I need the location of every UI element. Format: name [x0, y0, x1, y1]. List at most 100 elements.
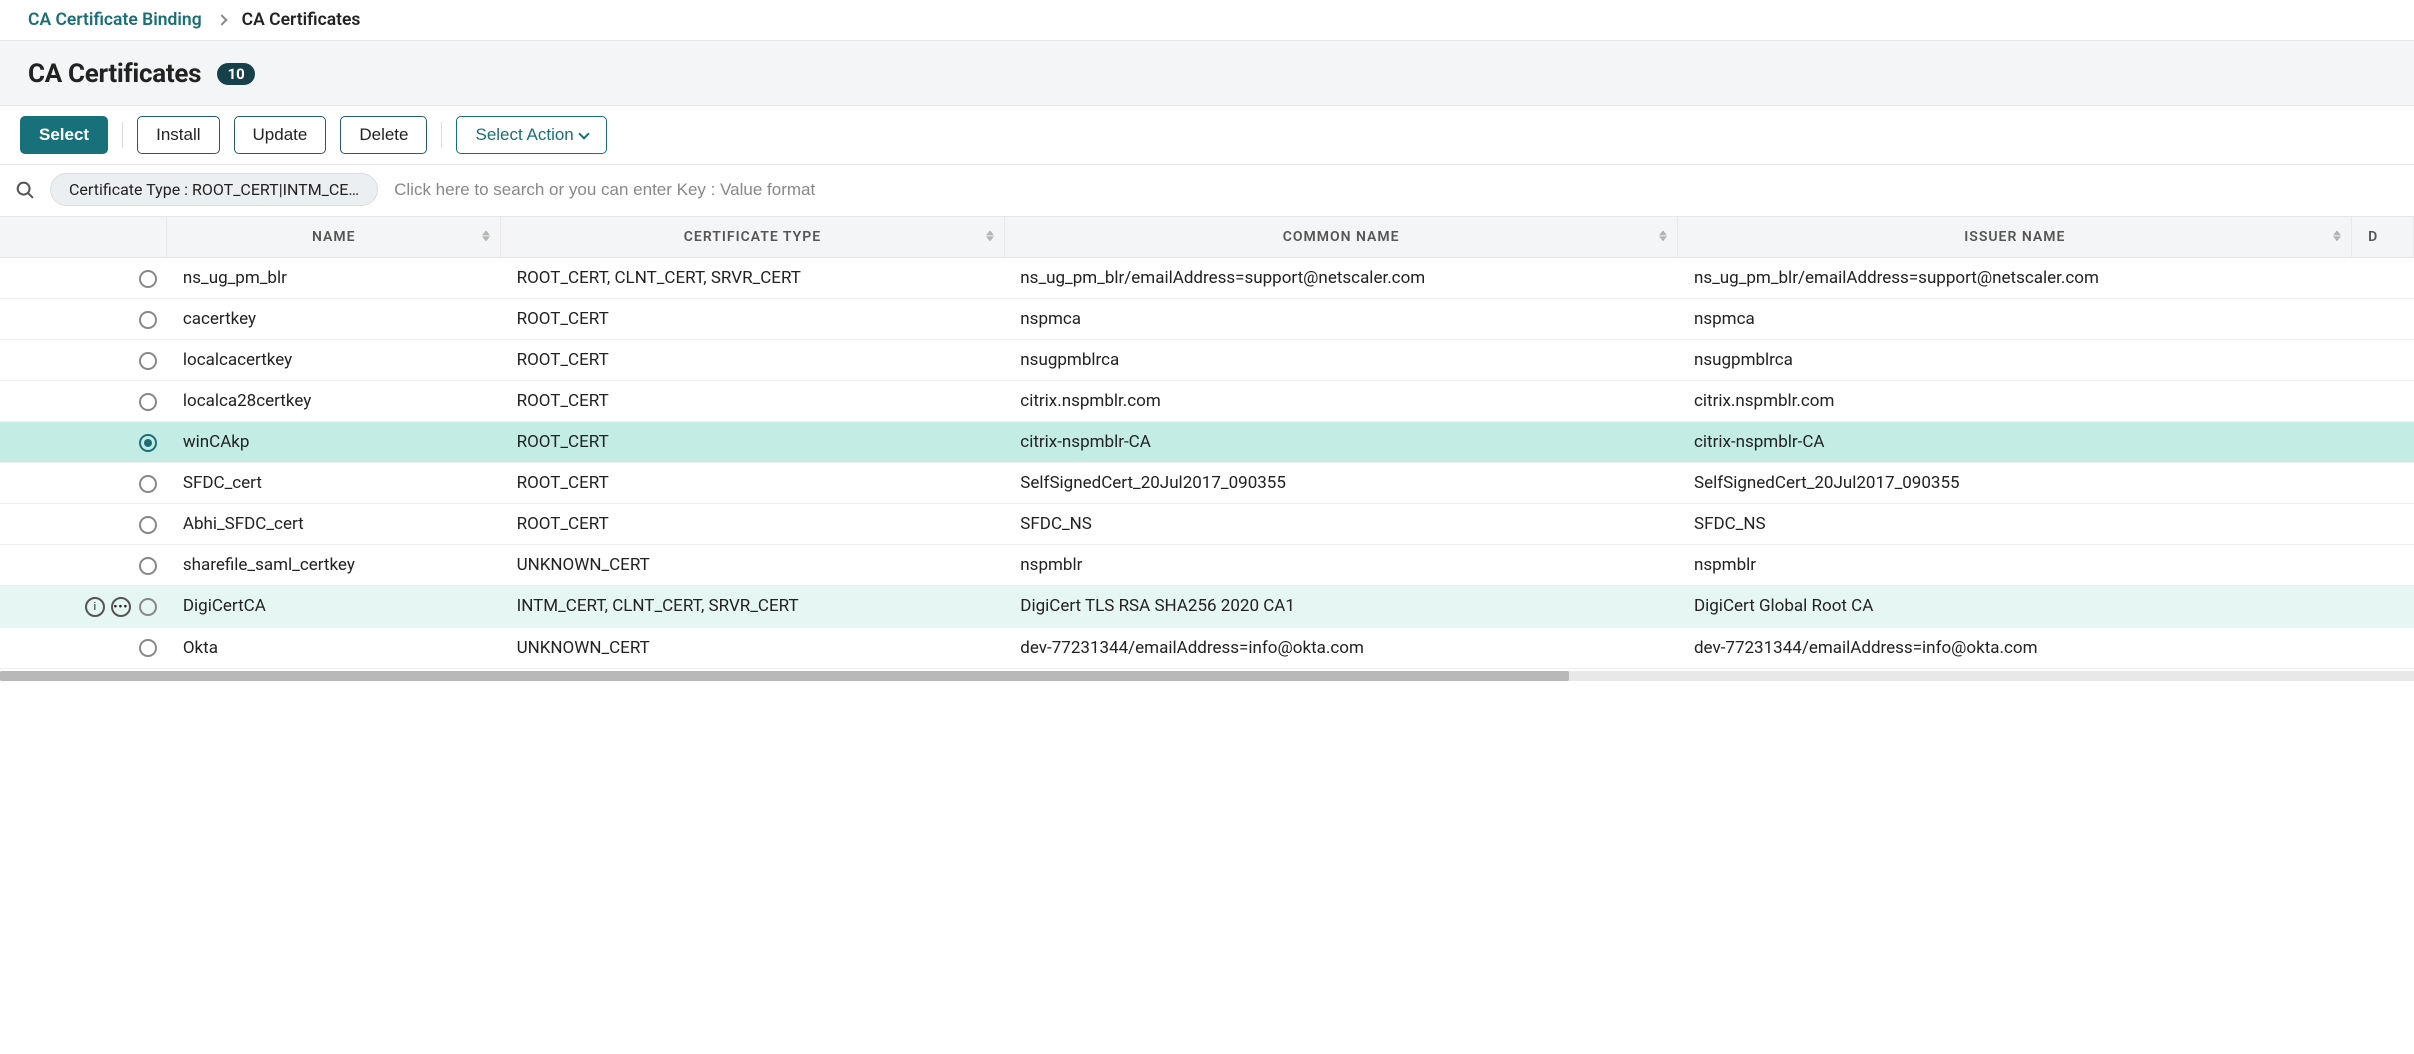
cell-days: [2352, 299, 2414, 340]
search-bar: Certificate Type : ROOT_CERT|INTM_CE…: [0, 165, 2414, 216]
row-select-radio[interactable]: [139, 516, 157, 534]
cell-name: localca28certkey: [167, 381, 501, 422]
row-select-radio[interactable]: [139, 270, 157, 288]
filter-chip-certificate-type[interactable]: Certificate Type : ROOT_CERT|INTM_CE…: [50, 173, 378, 206]
cell-days: [2352, 381, 2414, 422]
data-grid: NAME CERTIFICATE TYPE COMMON NAME ISSUER…: [0, 216, 2414, 669]
sort-icon: [1659, 230, 1667, 241]
cell-type: ROOT_CERT: [501, 299, 1005, 340]
scrollbar-thumb[interactable]: [0, 671, 1569, 681]
cell-name: localcacertkey: [167, 340, 501, 381]
row-actions-cell: [0, 463, 167, 504]
row-select-radio[interactable]: [139, 639, 157, 657]
row-select-radio[interactable]: [139, 352, 157, 370]
cell-common: dev-77231344/emailAddress=info@okta.com: [1004, 627, 1678, 668]
separator: [122, 122, 123, 148]
table-row[interactable]: cacertkeyROOT_CERTnspmcanspmca: [0, 299, 2414, 340]
separator: [441, 122, 442, 148]
table-row[interactable]: OktaUNKNOWN_CERTdev-77231344/emailAddres…: [0, 627, 2414, 668]
cell-days: [2352, 258, 2414, 299]
row-actions-cell: [0, 422, 167, 463]
cell-name: SFDC_cert: [167, 463, 501, 504]
table-row[interactable]: Abhi_SFDC_certROOT_CERTSFDC_NSSFDC_NS: [0, 504, 2414, 545]
search-input[interactable]: [392, 174, 2400, 206]
row-actions-cell: [0, 258, 167, 299]
cell-days: [2352, 586, 2414, 628]
select-action-button[interactable]: Select Action: [456, 116, 606, 154]
column-header-days[interactable]: D: [2352, 217, 2414, 258]
more-icon[interactable]: •••: [111, 597, 131, 617]
row-actions-cell: i •••: [0, 586, 167, 628]
row-select-radio[interactable]: [139, 311, 157, 329]
cell-issuer: DigiCert Global Root CA: [1678, 586, 2352, 628]
row-actions-cell: [0, 381, 167, 422]
page-title: CA Certificates: [28, 59, 201, 89]
cell-type: ROOT_CERT: [501, 381, 1005, 422]
table-row[interactable]: SFDC_certROOT_CERTSelfSignedCert_20Jul20…: [0, 463, 2414, 504]
column-header-common-name[interactable]: COMMON NAME: [1004, 217, 1678, 258]
search-icon[interactable]: [14, 179, 36, 201]
column-header-certificate-type[interactable]: CERTIFICATE TYPE: [501, 217, 1005, 258]
cell-type: UNKNOWN_CERT: [501, 545, 1005, 586]
cell-type: ROOT_CERT: [501, 340, 1005, 381]
table-row[interactable]: ns_ug_pm_blrROOT_CERT, CLNT_CERT, SRVR_C…: [0, 258, 2414, 299]
cell-days: [2352, 463, 2414, 504]
row-actions-cell: [0, 340, 167, 381]
cell-common: SelfSignedCert_20Jul2017_090355: [1004, 463, 1678, 504]
table-row[interactable]: winCAkpROOT_CERTcitrix-nspmblr-CAcitrix-…: [0, 422, 2414, 463]
breadcrumb-parent[interactable]: CA Certificate Binding: [28, 10, 202, 30]
install-button[interactable]: Install: [137, 116, 219, 154]
cell-name: Abhi_SFDC_cert: [167, 504, 501, 545]
table-row[interactable]: localcacertkeyROOT_CERTnsugpmblrcansugpm…: [0, 340, 2414, 381]
cell-common: SFDC_NS: [1004, 504, 1678, 545]
cell-type: ROOT_CERT: [501, 504, 1005, 545]
cell-issuer: SFDC_NS: [1678, 504, 2352, 545]
table-row[interactable]: i ••• DigiCertCAINTM_CERT, CLNT_CERT, SRVR…: [0, 586, 2414, 628]
cell-type: ROOT_CERT: [501, 463, 1005, 504]
sort-icon: [482, 230, 490, 241]
delete-button[interactable]: Delete: [340, 116, 427, 154]
row-select-radio[interactable]: [139, 393, 157, 411]
column-header-issuer-name[interactable]: ISSUER NAME: [1678, 217, 2352, 258]
cell-issuer: SelfSignedCert_20Jul2017_090355: [1678, 463, 2352, 504]
select-action-label: Select Action: [475, 125, 573, 145]
row-actions-cell: [0, 627, 167, 668]
table-row[interactable]: localca28certkeyROOT_CERTcitrix.nspmblr.…: [0, 381, 2414, 422]
cell-type: ROOT_CERT, CLNT_CERT, SRVR_CERT: [501, 258, 1005, 299]
cell-common: citrix.nspmblr.com: [1004, 381, 1678, 422]
breadcrumb-current: CA Certificates: [242, 10, 361, 30]
update-button[interactable]: Update: [234, 116, 327, 154]
row-actions-cell: [0, 545, 167, 586]
cell-name: Okta: [167, 627, 501, 668]
info-icon[interactable]: i: [85, 597, 105, 617]
horizontal-scrollbar[interactable]: [0, 671, 2414, 681]
chevron-down-icon: [578, 128, 589, 139]
row-select-radio[interactable]: [139, 557, 157, 575]
table-row[interactable]: sharefile_saml_certkeyUNKNOWN_CERTnspmbl…: [0, 545, 2414, 586]
cell-issuer: ns_ug_pm_blr/emailAddress=support@netsca…: [1678, 258, 2352, 299]
column-header-name[interactable]: NAME: [167, 217, 501, 258]
row-select-radio[interactable]: [139, 598, 157, 616]
cell-common: nsugpmblrca: [1004, 340, 1678, 381]
cell-common: ns_ug_pm_blr/emailAddress=support@netsca…: [1004, 258, 1678, 299]
row-actions-cell: [0, 299, 167, 340]
cell-name: ns_ug_pm_blr: [167, 258, 501, 299]
cell-days: [2352, 340, 2414, 381]
cell-type: ROOT_CERT: [501, 422, 1005, 463]
cell-common: nspmblr: [1004, 545, 1678, 586]
cell-issuer: dev-77231344/emailAddress=info@okta.com: [1678, 627, 2352, 668]
sort-icon: [2333, 230, 2341, 241]
cell-type: INTM_CERT, CLNT_CERT, SRVR_CERT: [501, 586, 1005, 628]
select-button[interactable]: Select: [20, 116, 108, 154]
toolbar: Select Install Update Delete Select Acti…: [0, 106, 2414, 165]
cell-name: DigiCertCA: [167, 586, 501, 628]
breadcrumb: CA Certificate Binding CA Certificates: [0, 0, 2414, 41]
cell-issuer: citrix.nspmblr.com: [1678, 381, 2352, 422]
row-select-radio[interactable]: [139, 434, 157, 452]
cell-common: citrix-nspmblr-CA: [1004, 422, 1678, 463]
cell-days: [2352, 422, 2414, 463]
cell-common: DigiCert TLS RSA SHA256 2020 CA1: [1004, 586, 1678, 628]
column-header-actions: [0, 217, 167, 258]
cell-issuer: nsugpmblrca: [1678, 340, 2352, 381]
row-select-radio[interactable]: [139, 475, 157, 493]
